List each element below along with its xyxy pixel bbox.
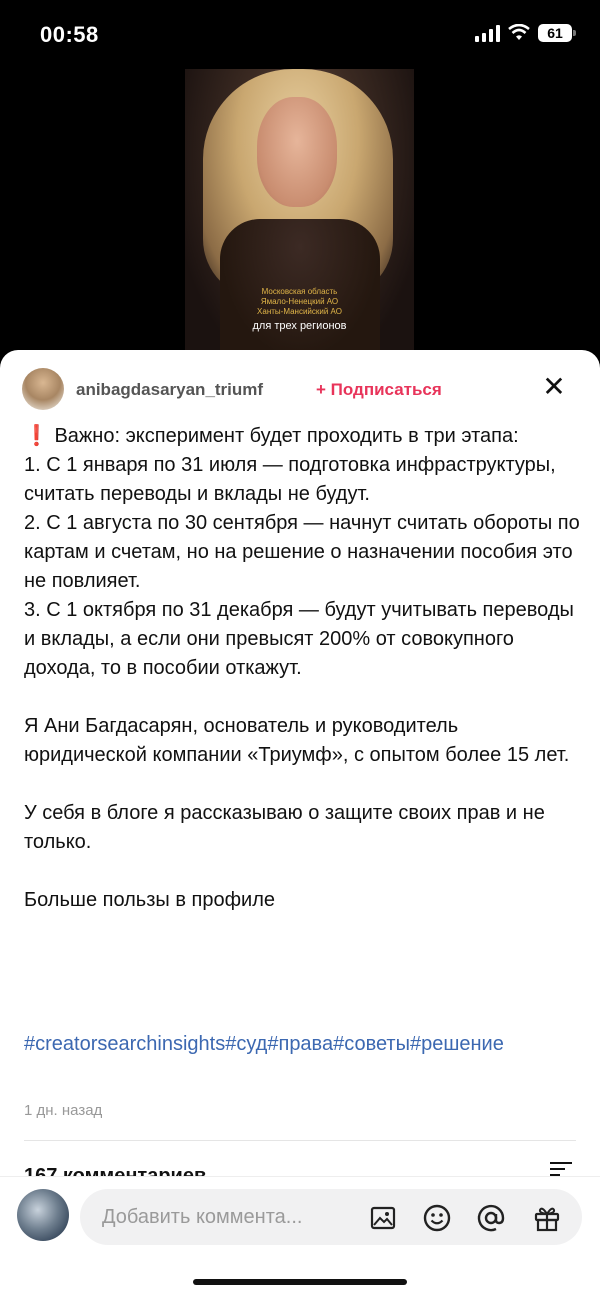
description-line: Я Ани Багдасарян, основатель и руководит… — [24, 715, 570, 766]
status-icons: 61 — [475, 24, 576, 42]
post-header: anibagdasaryan_triumf + Подписаться ✕ — [22, 368, 578, 412]
battery-icon: 61 — [538, 24, 576, 42]
description-line: У себя в блоге я рассказываю о защите св… — [24, 802, 545, 853]
description-line: Больше пользы в профиле — [24, 889, 276, 911]
status-time: 00:58 — [40, 22, 99, 47]
hashtag-link[interactable]: #советы — [333, 1033, 410, 1055]
follow-button[interactable]: + Подписаться — [316, 380, 442, 400]
divider — [24, 1140, 576, 1141]
description-line: 2. С 1 августа по 30 сентября — начнут с… — [24, 512, 580, 592]
comment-input[interactable]: Добавить коммента... — [80, 1189, 582, 1245]
close-icon[interactable]: ✕ — [540, 370, 568, 403]
image-icon[interactable] — [368, 1203, 398, 1233]
post-time: 1 дн. назад — [24, 1102, 103, 1119]
caption-region-3: Ханты-Мансийский АО — [257, 307, 342, 316]
hashtag-link[interactable]: #суд — [225, 1033, 267, 1055]
author-username[interactable]: anibagdasaryan_triumf — [76, 380, 263, 400]
caption-region-2: Ямало-Ненецкий АО — [260, 297, 339, 306]
user-avatar — [17, 1189, 69, 1241]
hashtag-list: #creatorsearchinsights#суд#права#советы#… — [24, 1030, 584, 1059]
video-frame-face — [257, 97, 337, 207]
emoji-icon[interactable] — [422, 1203, 452, 1233]
description-line: 3. С 1 октября по 31 декабря — будут учи… — [24, 599, 574, 679]
description-line: ❗ Важно: эксперимент будет проходить в т… — [24, 425, 519, 447]
video-caption: Московская область Ямало-Ненецкий АО Хан… — [185, 287, 414, 332]
mention-icon[interactable] — [476, 1203, 506, 1233]
comment-placeholder: Добавить коммента... — [102, 1206, 303, 1228]
signal-icon — [475, 24, 500, 42]
caption-region-1: Московская область — [261, 287, 338, 296]
description-sheet: anibagdasaryan_triumf + Подписаться ✕ ❗ … — [0, 350, 600, 1298]
hashtag-link[interactable]: #права — [267, 1033, 333, 1055]
post-description: ❗ Важно: эксперимент будет проходить в т… — [24, 422, 584, 915]
description-line: 1. С 1 января по 31 июля — подготовка ин… — [24, 454, 556, 505]
hashtag-link[interactable]: #решение — [410, 1033, 504, 1055]
comments-count: 167 комментариев — [24, 1165, 207, 1176]
status-bar: 00:58 61 — [0, 0, 600, 70]
exclamation-icon: ❗ — [24, 425, 49, 447]
home-indicator[interactable] — [193, 1279, 407, 1285]
author-avatar[interactable] — [22, 368, 64, 410]
comment-bar: Добавить коммента... — [0, 1176, 600, 1298]
caption-main: для трех регионов — [252, 320, 347, 332]
wifi-icon — [508, 24, 530, 40]
hashtag-link[interactable]: #creatorsearchinsights — [24, 1033, 225, 1055]
gift-icon[interactable] — [532, 1203, 562, 1233]
video-player[interactable]: Московская область Ямало-Ненецкий АО Хан… — [185, 69, 414, 354]
